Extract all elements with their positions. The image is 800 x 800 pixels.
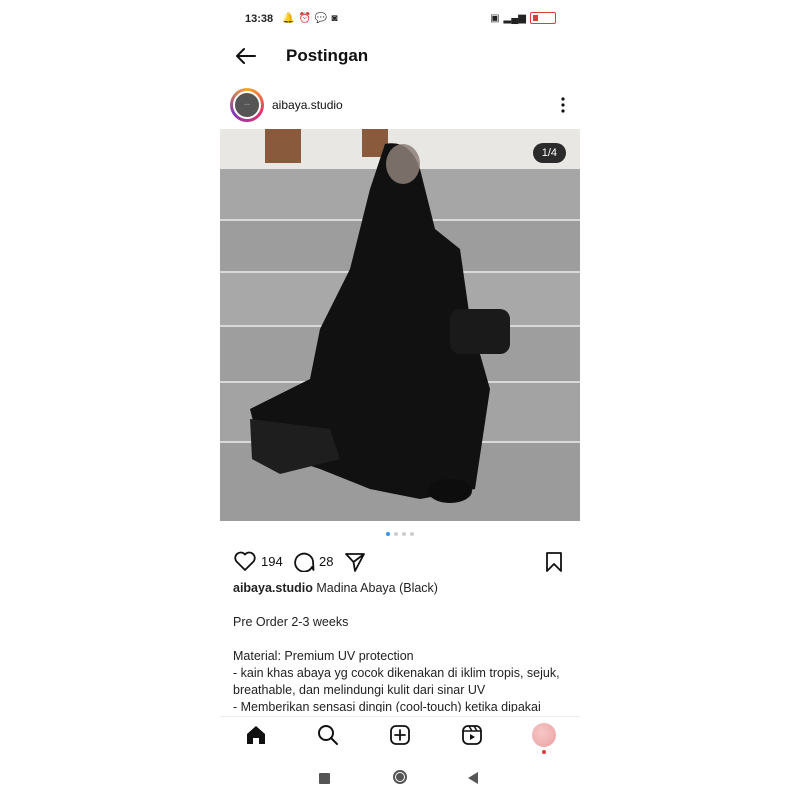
clock-icon: ⏰ bbox=[298, 13, 311, 24]
profile-avatar-icon[interactable] bbox=[532, 723, 556, 747]
alarm-icon: 🔔 bbox=[282, 13, 295, 24]
more-options-icon[interactable] bbox=[560, 95, 566, 115]
page-title: Postingan bbox=[286, 46, 369, 65]
top-bar: Postingan bbox=[220, 38, 580, 74]
recent-apps-icon[interactable] bbox=[319, 773, 330, 784]
carousel-dot-active bbox=[386, 532, 390, 536]
back-triangle-icon[interactable] bbox=[467, 771, 479, 785]
home-button-icon[interactable] bbox=[393, 770, 407, 784]
caption-username[interactable]: aibaya.studio bbox=[233, 581, 313, 595]
heart-icon[interactable] bbox=[233, 550, 257, 572]
caption-cooling: - Memberikan sensasi dingin (cool-touch)… bbox=[233, 700, 541, 712]
like-count: 194 bbox=[261, 553, 283, 569]
home-icon[interactable] bbox=[244, 723, 268, 747]
post-actions: 194 28 bbox=[220, 550, 580, 576]
system-navigation bbox=[220, 768, 580, 792]
post-caption: aibaya.studio Madina Abaya (Black) Pre O… bbox=[233, 580, 569, 712]
share-icon[interactable] bbox=[344, 551, 366, 573]
instagram-post-screen: 13:38 🔔 ⏰ 💬 ◙ ▣ ▂▄▆ Postingan ◦◦◦ aibaya… bbox=[220, 0, 580, 800]
carousel-counter: 1/4 bbox=[532, 143, 566, 163]
status-left-icons: 🔔 ⏰ 💬 ◙ bbox=[282, 13, 337, 24]
comment-action[interactable]: 28 bbox=[293, 550, 333, 572]
carousel-dot bbox=[394, 532, 398, 536]
carousel-dot bbox=[410, 532, 414, 536]
avatar[interactable]: ◦◦◦ bbox=[230, 88, 264, 122]
caption-material: Material: Premium UV protection bbox=[233, 649, 414, 663]
like-action[interactable]: 194 bbox=[233, 550, 283, 572]
comment-icon[interactable] bbox=[293, 550, 315, 572]
reels-icon[interactable] bbox=[460, 723, 484, 747]
bookmark-icon[interactable] bbox=[545, 551, 563, 573]
chat-icon: 💬 bbox=[314, 13, 328, 24]
post-header: ◦◦◦ aibaya.studio bbox=[220, 85, 580, 125]
comment-count: 28 bbox=[319, 553, 334, 569]
caption-preorder: Pre Order 2-3 weeks bbox=[233, 615, 349, 629]
search-icon[interactable] bbox=[316, 723, 340, 747]
avatar-image: ◦◦◦ bbox=[233, 91, 261, 119]
status-right-icons: ▣ ▂▄▆ bbox=[490, 12, 556, 24]
post-username[interactable]: aibaya.studio bbox=[272, 98, 343, 112]
instagram-icon: ◙ bbox=[331, 13, 338, 24]
nfc-icon: ▣ bbox=[490, 12, 500, 24]
notification-dot bbox=[542, 750, 546, 754]
new-post-icon[interactable] bbox=[388, 723, 412, 747]
caption-fabric: - kain khas abaya yg cocok dikenakan di … bbox=[233, 666, 560, 697]
status-time: 13:38 bbox=[245, 13, 274, 25]
signal-icon: ▂▄▆ bbox=[503, 12, 526, 24]
carousel-indicator bbox=[220, 532, 580, 536]
carousel-dot bbox=[402, 532, 406, 536]
back-arrow-icon[interactable] bbox=[234, 44, 258, 68]
status-bar: 13:38 🔔 ⏰ 💬 ◙ ▣ ▂▄▆ bbox=[220, 10, 580, 30]
battery-icon bbox=[530, 12, 556, 24]
post-image[interactable]: 1/4 bbox=[220, 129, 580, 521]
caption-title: Madina Abaya (Black) bbox=[316, 581, 438, 595]
bottom-navigation bbox=[220, 716, 580, 757]
photo-illustration bbox=[220, 129, 580, 521]
